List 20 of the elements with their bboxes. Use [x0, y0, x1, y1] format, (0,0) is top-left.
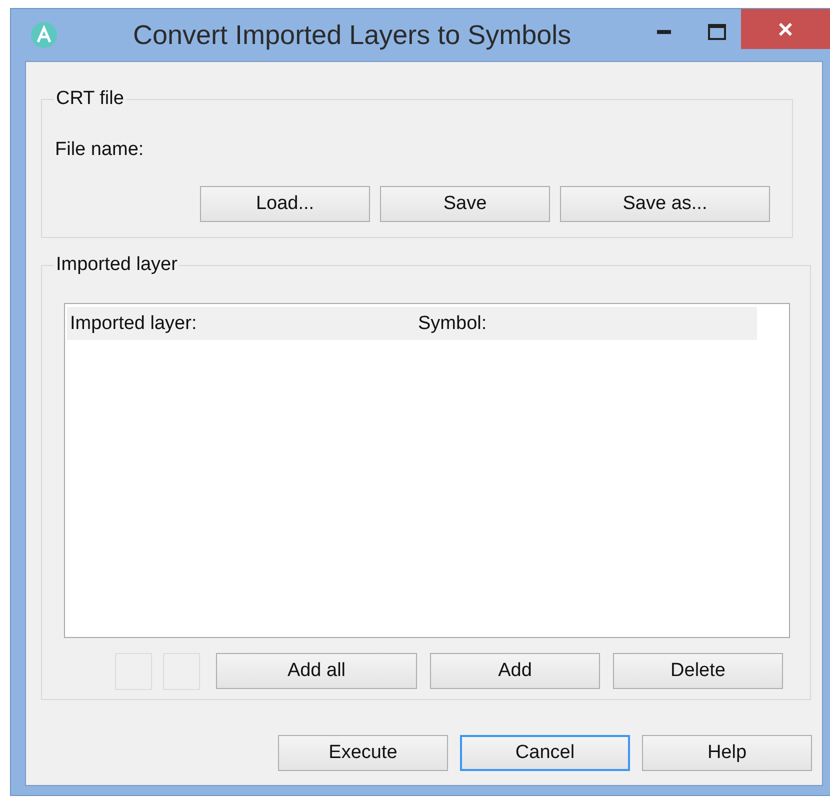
close-button[interactable]: × — [741, 9, 830, 49]
app-logo-icon — [29, 20, 59, 50]
dialog-button[interactable]: Delete — [613, 653, 783, 689]
dialog-button[interactable]: Load... — [200, 186, 370, 222]
group-title: CRT file — [56, 88, 124, 109]
window-title: Convert Imported Layers to Symbols — [133, 20, 572, 50]
file-name-label: File name: — [55, 139, 144, 161]
dialog-button[interactable]: Save as... — [560, 186, 770, 222]
column-header: Imported layer: — [69, 312, 198, 334]
dialog-button[interactable]: Execute — [278, 735, 448, 771]
layer-list[interactable]: Imported layer: Symbol: — [64, 303, 790, 638]
maximize-icon — [708, 24, 726, 40]
dialog-button[interactable]: Save — [380, 186, 550, 222]
column-header: Symbol: — [417, 312, 488, 334]
dialog-button[interactable]: Add all — [216, 653, 417, 689]
dialog-button[interactable]: Help — [642, 735, 812, 771]
minimize-icon — [657, 30, 671, 34]
dialog-button[interactable]: Cancel — [460, 735, 630, 771]
dialog-button[interactable]: Add — [430, 653, 600, 689]
group-title: Imported layer — [56, 254, 178, 275]
